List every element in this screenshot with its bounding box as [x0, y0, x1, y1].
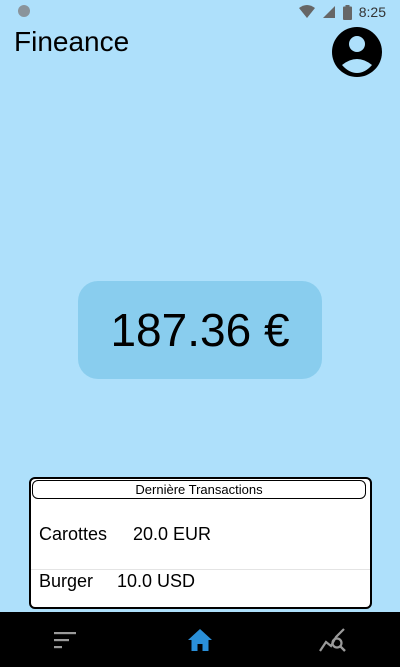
chart-search-icon	[319, 628, 346, 652]
nav-home-button[interactable]	[185, 626, 215, 654]
transaction-row[interactable]: Carottes 20.0 EUR	[31, 502, 370, 570]
wifi-icon	[298, 5, 315, 18]
transactions-header: Dernière Transactions	[32, 480, 366, 499]
nav-transactions-button[interactable]	[51, 626, 81, 654]
transaction-name: Burger	[39, 571, 94, 591]
transaction-row[interactable]: Burger 10.0 USD	[31, 569, 370, 607]
account-icon[interactable]	[332, 27, 382, 77]
balance-amount: 187.36 €	[110, 304, 290, 356]
bottom-navigation	[0, 612, 400, 667]
sort-list-icon	[54, 632, 76, 649]
balance-card: 187.36 €	[78, 281, 322, 379]
transactions-panel[interactable]: Dernière Transactions Carottes 20.0 EUR …	[29, 477, 372, 609]
status-bar: 8:25	[0, 0, 400, 24]
battery-icon	[342, 4, 352, 20]
status-icons: 8:25	[298, 2, 386, 22]
notification-dot-icon	[18, 5, 30, 17]
status-time: 8:25	[358, 4, 386, 20]
transaction-name: Carottes	[39, 524, 108, 544]
cell-signal-icon	[322, 6, 335, 18]
app-title: Fineance	[14, 26, 130, 57]
home-icon	[188, 629, 212, 651]
transaction-amount: 10.0 USD	[117, 571, 196, 591]
nav-analytics-button[interactable]	[318, 626, 348, 654]
transaction-amount: 20.0 EUR	[133, 524, 212, 544]
